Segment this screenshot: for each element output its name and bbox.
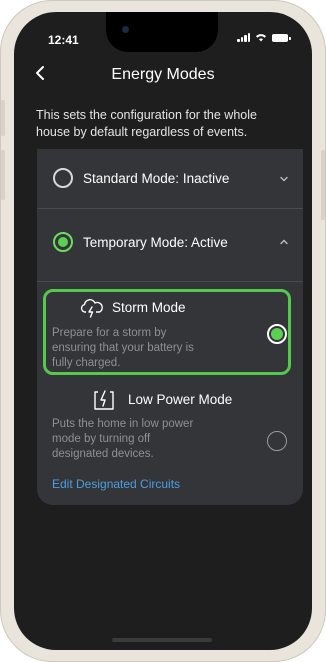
standard-mode-label: Standard Mode: Inactive xyxy=(83,171,230,186)
low-power-mode-title: Low Power Mode xyxy=(128,392,233,407)
status-time: 12:41 xyxy=(48,33,79,47)
radio-selected-dot xyxy=(58,237,68,247)
phone-frame: 12:41 Energy Modes This sets the configu… xyxy=(0,0,326,662)
low-power-mode-radio[interactable] xyxy=(267,431,287,451)
temporary-mode-row[interactable]: Temporary Mode: Active xyxy=(37,210,303,268)
intro-text: This sets the configuration for the whol… xyxy=(36,108,257,139)
screen: 12:41 Energy Modes This sets the configu… xyxy=(14,12,312,650)
low-power-mode-option[interactable]: Low Power Mode Puts the home in low powe… xyxy=(37,385,303,505)
storm-cloud-icon xyxy=(80,299,103,318)
edit-designated-circuits-link[interactable]: Edit Designated Circuits xyxy=(52,477,180,491)
volume-down-button xyxy=(1,150,5,200)
home-indicator xyxy=(112,638,212,642)
divider xyxy=(37,281,303,282)
standard-mode-row[interactable]: Standard Mode: Inactive xyxy=(37,149,303,207)
status-icons xyxy=(237,33,291,42)
low-power-mode-description: Puts the home in low power mode by turni… xyxy=(52,418,194,460)
volume-up-button xyxy=(1,100,5,136)
chevron-down-icon[interactable] xyxy=(279,174,289,184)
storm-mode-option[interactable]: Storm Mode Prepare for a storm by ensuri… xyxy=(43,289,291,375)
storm-mode-radio[interactable] xyxy=(267,324,287,344)
camera-dot xyxy=(122,26,129,33)
storm-mode-description: Prepare for a storm by ensuring that you… xyxy=(52,327,194,369)
wifi-icon xyxy=(256,34,266,42)
storm-mode-title: Storm Mode xyxy=(112,300,186,315)
temporary-mode-radio[interactable] xyxy=(53,232,73,252)
low-power-icon xyxy=(94,390,114,410)
temporary-mode-label: Temporary Mode: Active xyxy=(83,235,228,250)
power-button xyxy=(321,150,325,220)
page-title: Energy Modes xyxy=(111,66,215,83)
signal-icon xyxy=(237,33,250,42)
battery-icon xyxy=(272,34,291,42)
radio-selected-dot xyxy=(271,328,283,340)
chevron-up-icon[interactable] xyxy=(279,237,289,247)
dynamic-island xyxy=(106,12,218,52)
standard-mode-radio[interactable] xyxy=(53,168,73,188)
modes-card: Standard Mode: Inactive Temporary Mode: … xyxy=(37,149,303,505)
divider xyxy=(37,208,303,209)
